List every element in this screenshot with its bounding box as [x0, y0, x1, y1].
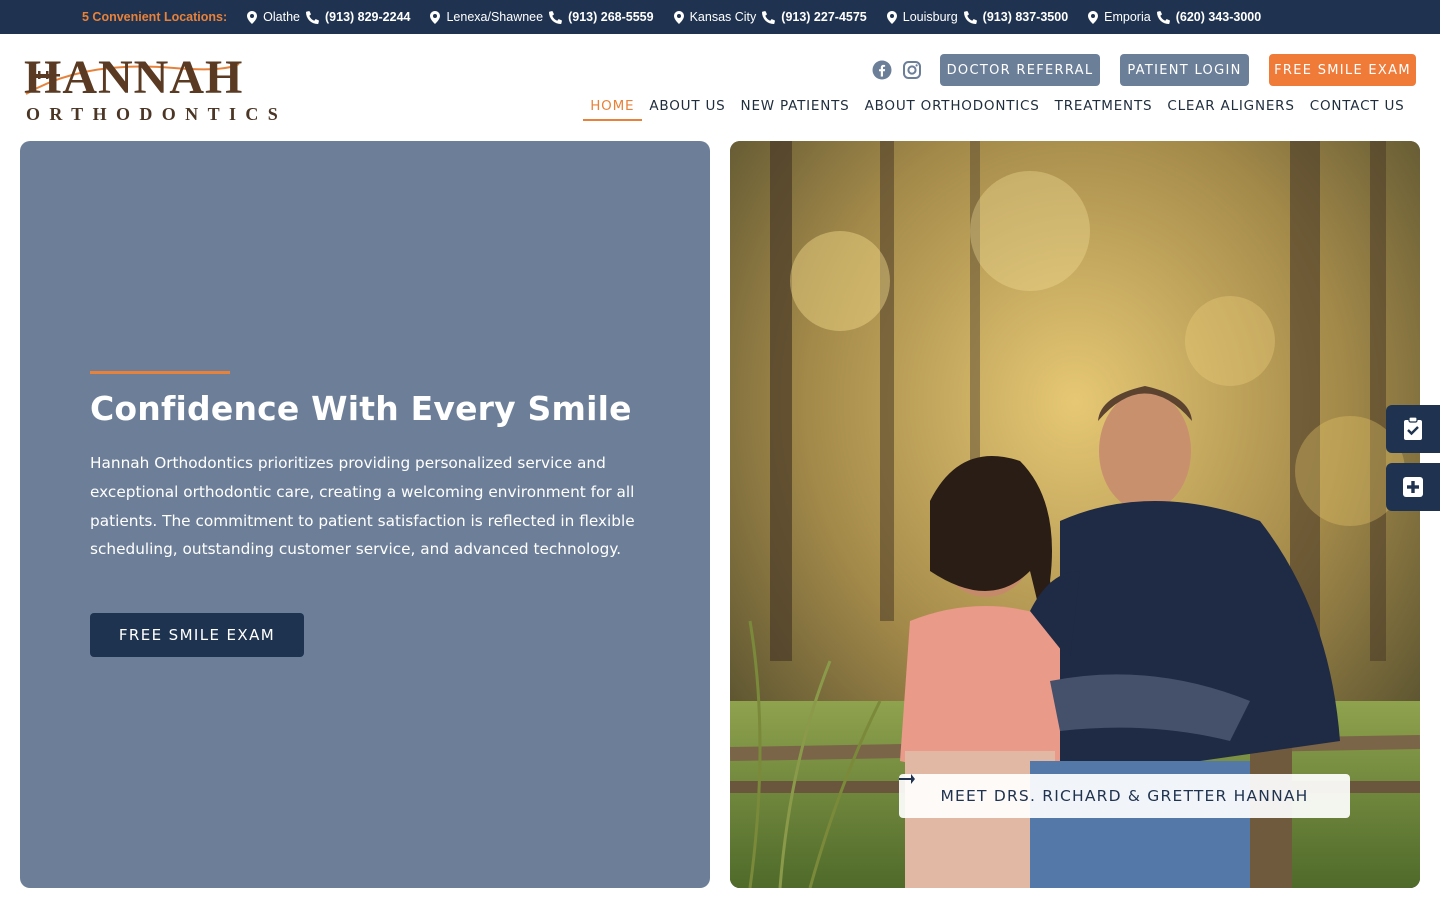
locations-lead: 5 Convenient Locations:: [82, 10, 228, 24]
logo-subtitle: ORTHODONTICS: [26, 104, 288, 124]
nav-item-about-us[interactable]: ABOUT US: [642, 97, 733, 121]
nav-item-contact-us[interactable]: CONTACT US: [1302, 97, 1412, 121]
phone-icon: [1156, 10, 1170, 24]
social-links: [872, 60, 922, 80]
location-city: Louisburg: [902, 10, 958, 24]
location-emporia[interactable]: Emporia (620) 343-3000: [1088, 10, 1261, 24]
map-pin-icon: [673, 10, 684, 24]
location-city: Emporia: [1104, 10, 1151, 24]
nav-item-new-patients[interactable]: NEW PATIENTS: [733, 97, 857, 121]
top-bar: 5 Convenient Locations: Olathe (913) 829…: [0, 0, 1440, 34]
meet-doctors-button[interactable]: MEET DRS. RICHARD & GRETTER HANNAH: [899, 774, 1350, 818]
arrow-right-icon: [899, 774, 915, 784]
map-pin-icon: [430, 10, 441, 24]
location-city: Kansas City: [689, 10, 757, 24]
location-lenexa-shawnee[interactable]: Lenexa/Shawnee (913) 268-5559: [430, 10, 654, 24]
location-city: Lenexa/Shawnee: [446, 10, 544, 24]
patient-login-button[interactable]: PATIENT LOGIN: [1120, 54, 1249, 86]
phone-icon: [963, 10, 977, 24]
meet-doctors-label: MEET DRS. RICHARD & GRETTER HANNAH: [940, 787, 1309, 805]
clipboard-check-icon: [1404, 417, 1422, 440]
nav-item-treatments[interactable]: TREATMENTS: [1047, 97, 1160, 121]
nav-item-about-orthodontics[interactable]: ABOUT ORTHODONTICS: [857, 97, 1047, 121]
location-phone[interactable]: (913) 227-4575: [781, 10, 866, 24]
location-city: Olathe: [263, 10, 300, 24]
location-louisburg[interactable]: Louisburg (913) 837-3500: [886, 10, 1068, 24]
free-smile-exam-button[interactable]: FREE SMILE EXAM: [90, 613, 304, 657]
main-nav: HOME ABOUT US NEW PATIENTS ABOUT ORTHODO…: [582, 97, 1412, 121]
free-smile-exam-header-button[interactable]: FREE SMILE EXAM: [1269, 54, 1416, 86]
facebook-icon[interactable]: [872, 60, 892, 80]
site-header: HANNAH ORTHODONTICS DOCTOR REFERRAL PATI…: [0, 34, 1440, 140]
map-pin-icon: [1088, 10, 1099, 24]
doctor-referral-button[interactable]: DOCTOR REFERRAL: [940, 54, 1100, 86]
hero-text-panel: Confidence With Every Smile Hannah Ortho…: [20, 141, 710, 888]
map-pin-icon: [247, 10, 258, 24]
accent-divider: [90, 371, 230, 374]
location-phone[interactable]: (620) 343-3000: [1176, 10, 1261, 24]
nav-item-home[interactable]: HOME: [582, 97, 643, 121]
logo-wordmark: HANNAH: [24, 51, 244, 104]
hero-title: Confidence With Every Smile: [90, 389, 632, 428]
location-olathe[interactable]: Olathe (913) 829-2244: [247, 10, 410, 24]
phone-icon: [762, 10, 776, 24]
instagram-icon[interactable]: [902, 60, 922, 80]
location-phone[interactable]: (913) 837-3500: [983, 10, 1068, 24]
phone-icon: [549, 10, 563, 24]
location-phone[interactable]: (913) 829-2244: [325, 10, 410, 24]
phone-icon: [306, 10, 319, 24]
map-pin-icon: [886, 10, 897, 24]
location-kansas-city[interactable]: Kansas City (913) 227-4575: [673, 10, 867, 24]
hero-photo: MEET DRS. RICHARD & GRETTER HANNAH: [730, 141, 1420, 888]
nav-item-clear-aligners[interactable]: CLEAR ALIGNERS: [1160, 97, 1302, 121]
hero-description: Hannah Orthodontics prioritizes providin…: [90, 454, 635, 559]
location-phone[interactable]: (913) 268-5559: [568, 10, 653, 24]
appointment-request-widget[interactable]: [1386, 405, 1440, 453]
logo[interactable]: HANNAH ORTHODONTICS: [24, 54, 286, 124]
plus-square-icon: [1403, 477, 1423, 497]
patient-forms-widget[interactable]: [1386, 463, 1440, 511]
